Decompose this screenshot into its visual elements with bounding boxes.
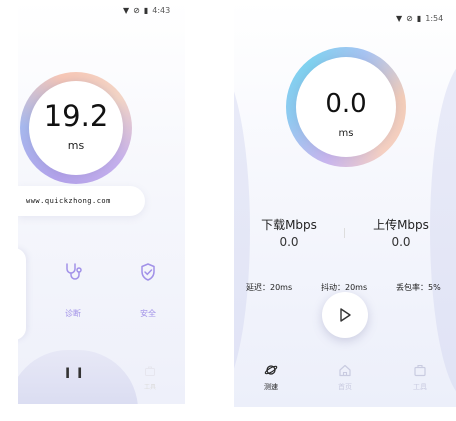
download-title: 下载Mbps	[261, 218, 317, 232]
toolbox-icon	[145, 366, 155, 376]
left-phone-screen: ▼ ⊘ ▮ 4:43 19.2 ms www.quickzhong.com 诊断…	[18, 0, 185, 404]
gauge-face: 0.0 ms	[296, 57, 396, 157]
latency-metric: 延迟：20ms	[246, 283, 293, 292]
wifi-icon: ▼	[396, 14, 403, 23]
latency-gauge: 19.2 ms	[20, 72, 132, 184]
status-time: 4:43	[152, 6, 171, 15]
download-value: 0.0	[279, 235, 299, 249]
nav-label: 工具	[143, 384, 156, 391]
nav-home[interactable]: 首页	[325, 362, 365, 392]
upload-speed: 上传Mbps 0.0	[361, 216, 441, 249]
right-phone-screen: ▼ ⊘ ▮ 1:54 0.0 ms 下载Mbps 0.0 上传Mbps 0.0 …	[234, 0, 456, 407]
feature-security[interactable]: 安全	[123, 262, 173, 319]
pause-button[interactable]: I I	[65, 366, 83, 382]
status-bar-right: ▼ ⊘ ▮ 1:54	[396, 14, 443, 23]
wifi-icon: ▼	[123, 6, 130, 15]
feature-label: 安全	[140, 309, 156, 318]
side-drawer-tab[interactable]	[18, 248, 26, 340]
status-bar-left: ▼ ⊘ ▮ 4:43	[123, 6, 170, 15]
feature-diagnose[interactable]: 诊断	[48, 262, 98, 319]
start-test-button[interactable]	[322, 292, 368, 338]
nav-speedtest[interactable]: 测速	[251, 362, 291, 392]
url-bar[interactable]: www.quickzhong.com	[18, 186, 145, 216]
gauge-unit: ms	[338, 128, 354, 139]
packet-loss-metric: 丢包率：5%	[396, 283, 441, 292]
nav-label: 首页	[338, 383, 352, 391]
upload-title: 上传Mbps	[373, 218, 429, 232]
speed-divider	[344, 228, 345, 238]
nav-tools-left[interactable]: 工具	[138, 362, 162, 391]
gauge-unit: ms	[67, 139, 85, 152]
gauge-value: 0.0	[325, 89, 367, 119]
feature-label: 诊断	[65, 309, 81, 318]
no-sim-icon: ⊘	[406, 14, 413, 23]
download-speed: 下载Mbps 0.0	[249, 216, 329, 249]
planet-icon	[264, 365, 278, 375]
status-time: 1:54	[425, 14, 444, 23]
nav-label: 工具	[413, 383, 427, 391]
gauge-face: 19.2 ms	[29, 81, 123, 175]
toolbox-icon	[414, 364, 426, 377]
play-icon	[340, 308, 351, 322]
nav-tools[interactable]: 工具	[400, 362, 440, 392]
battery-icon: ▮	[143, 6, 149, 15]
stethoscope-icon	[66, 263, 82, 280]
url-text: www.quickzhong.com	[26, 197, 111, 205]
battery-icon: ▮	[416, 14, 422, 23]
no-sim-icon: ⊘	[133, 6, 140, 15]
shield-check-icon	[141, 263, 155, 281]
nav-label: 测速	[264, 383, 278, 391]
upload-value: 0.0	[391, 235, 411, 249]
gauge-value: 19.2	[43, 99, 109, 133]
home-icon	[339, 364, 351, 377]
pause-icon: I I	[65, 366, 84, 382]
speed-gauge: 0.0 ms	[286, 47, 406, 167]
decorative-arc-left	[234, 60, 250, 400]
